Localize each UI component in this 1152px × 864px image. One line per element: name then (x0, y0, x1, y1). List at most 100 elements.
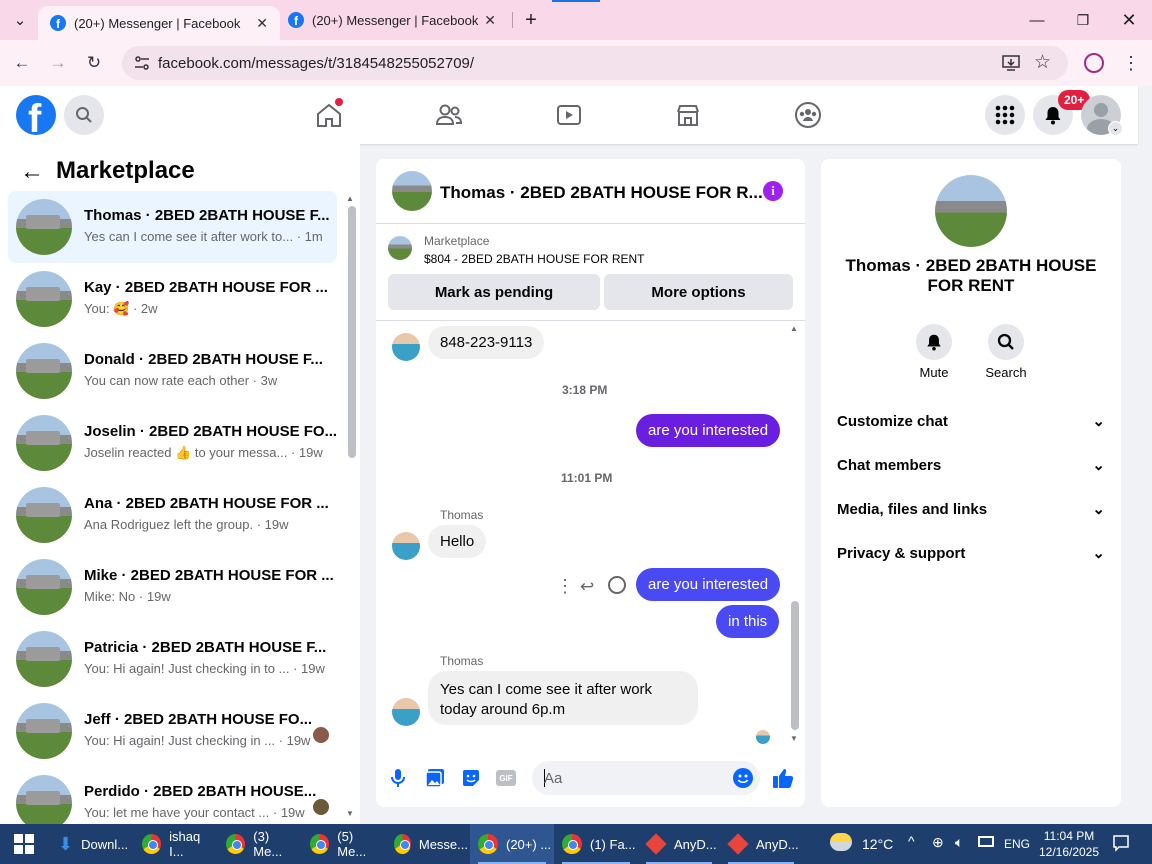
volume-icon[interactable]: 🔈︎ (955, 834, 963, 851)
tab-messenger-1[interactable]: f (20+) Messenger | Facebook ✕ (38, 6, 280, 40)
install-app-icon[interactable] (1002, 54, 1020, 72)
tray-chevron-up-icon[interactable]: ^ (908, 833, 915, 849)
search-label[interactable]: Search (976, 365, 1036, 380)
weather-icon[interactable] (830, 833, 852, 851)
weather-temp[interactable]: 12°C (862, 836, 893, 852)
watch-video-icon[interactable] (549, 97, 589, 133)
restore-icon[interactable]: ❐ (1060, 0, 1106, 40)
message-input[interactable]: Aa (532, 761, 760, 795)
taskbar-item-chrome[interactable]: (1) Fa... (554, 824, 638, 864)
conversation-item[interactable]: Ana · 2BED 2BATH HOUSE FOR ... Ana Rodri… (8, 479, 337, 551)
taskbar-clock[interactable]: 11:04 PM 12/16/2025 (1036, 828, 1102, 860)
taskbar-item-anydesk[interactable]: AnyD... (638, 824, 720, 864)
customize-chat-section[interactable]: Customize chat ⌄ (837, 403, 1105, 439)
tab-search-chevron-icon[interactable]: ⌄ (2, 0, 38, 40)
listing-title[interactable]: $804 - 2BED 2BATH HOUSE FOR RENT (424, 252, 645, 266)
chevron-down-icon: ⌄ (1092, 501, 1105, 518)
conversation-item[interactable]: Joselin · 2BED 2BATH HOUSE FO... Joselin… (8, 407, 337, 479)
react-smiley-icon[interactable] (608, 576, 626, 594)
facebook-logo-icon[interactable]: f (16, 95, 56, 135)
emoji-icon[interactable] (733, 768, 753, 788)
reply-icon[interactable]: ↩ (580, 577, 594, 597)
taskbar-item-chrome-active[interactable]: (20+) ... (470, 824, 554, 864)
taskbar-item-chrome[interactable]: (5) Me... (302, 824, 384, 864)
conversation-preview: Joselin reacted 👍 to your messa... · 19w (84, 445, 323, 460)
mute-bell-icon[interactable] (916, 324, 952, 360)
scroll-up-arrow-icon[interactable]: ▲ (346, 194, 354, 203)
mute-label[interactable]: Mute (904, 365, 964, 380)
taskbar-item-chrome[interactable]: (3) Me... (218, 824, 300, 864)
message-bubble-incoming[interactable]: 848-223-9113 (428, 326, 545, 359)
conversation-item[interactable]: Donald · 2BED 2BATH HOUSE F... You can n… (8, 335, 337, 407)
message-bubble-incoming[interactable]: Hello (428, 525, 487, 558)
window-close-icon[interactable]: ✕ (1106, 0, 1152, 40)
conversation-item[interactable]: Perdido · 2BED 2BATH HOUSE... You: let m… (8, 767, 337, 824)
reload-icon[interactable]: ↻ (79, 48, 109, 78)
scroll-down-arrow-icon[interactable]: ▼ (346, 809, 354, 818)
language-indicator[interactable]: ENG (1004, 837, 1030, 851)
conversation-name: Perdido · 2BED 2BATH HOUSE... (84, 783, 317, 800)
conversation-item[interactable]: Kay · 2BED 2BATH HOUSE FOR ... You: 🥰 · … (8, 263, 337, 335)
taskbar-item-downloads[interactable]: ⬇ Downl... (50, 824, 132, 864)
mark-as-pending-button[interactable]: Mark as pending (388, 274, 600, 310)
tray-app-icon[interactable]: ⊕ (932, 834, 944, 851)
message-bubble-outgoing[interactable]: are you interested (636, 568, 781, 601)
section-label: Privacy & support (837, 544, 966, 562)
new-tab-plus-icon[interactable]: + (508, 0, 554, 40)
conversation-item[interactable]: Thomas · 2BED 2BATH HOUSE F... Yes can I… (8, 191, 337, 263)
message-bubble-incoming[interactable]: Yes can I come see it after work today a… (428, 671, 698, 725)
back-arrow-icon[interactable]: ← (7, 48, 37, 78)
conversation-list-scrollbar[interactable] (348, 206, 356, 458)
bookmark-star-icon[interactable]: ☆ (1034, 51, 1051, 74)
media-files-links-section[interactable]: Media, files and links ⌄ (837, 491, 1105, 527)
tab-indicator (552, 0, 600, 2)
tab-close-icon[interactable]: ✕ (484, 12, 496, 29)
home-icon[interactable] (309, 97, 349, 133)
address-bar[interactable]: facebook.com/messages/t/3184548255052709… (122, 46, 1068, 80)
scroll-up-arrow-icon[interactable]: ▲ (790, 324, 798, 333)
chat-title[interactable]: Thomas · 2BED 2BATH HOUSE FOR R... (440, 183, 763, 203)
chrome-icon (478, 834, 498, 854)
scroll-down-arrow-icon[interactable]: ▼ (790, 734, 798, 743)
forward-arrow-icon[interactable]: → (43, 48, 73, 78)
microphone-icon[interactable] (389, 768, 407, 788)
message-bubble-outgoing[interactable]: in this (716, 605, 780, 638)
back-arrow-icon[interactable]: ← (20, 158, 44, 186)
privacy-support-section[interactable]: Privacy & support ⌄ (837, 535, 1105, 571)
chat-avatar[interactable] (392, 171, 432, 211)
gif-icon[interactable]: GIF (496, 770, 516, 786)
info-icon[interactable]: i (763, 181, 783, 201)
more-options-button[interactable]: More options (604, 274, 793, 310)
site-settings-icon[interactable] (134, 55, 150, 71)
profile-avatar[interactable] (935, 175, 1007, 247)
browser-menu-icon[interactable]: ⋮ (1116, 48, 1146, 78)
network-icon[interactable] (978, 836, 994, 847)
groups-icon[interactable] (788, 97, 828, 133)
profile-icon[interactable] (1084, 53, 1104, 73)
photo-gallery-icon[interactable] (425, 768, 445, 788)
tab-close-icon[interactable]: ✕ (256, 15, 268, 32)
message-bubble-outgoing[interactable]: are you interested (636, 414, 781, 447)
search-in-chat-icon[interactable] (988, 324, 1024, 360)
sender-avatar (392, 698, 420, 726)
sticker-icon[interactable] (461, 768, 481, 788)
chat-members-section[interactable]: Chat members ⌄ (837, 447, 1105, 483)
taskbar-item-chrome[interactable]: Messe... (386, 824, 468, 864)
thumbs-up-icon[interactable] (772, 767, 794, 789)
conversation-item[interactable]: Patricia · 2BED 2BATH HOUSE F... You: Hi… (8, 623, 337, 695)
friends-icon[interactable] (429, 97, 469, 133)
account-chevron-down-icon[interactable]: ⌄ (1108, 121, 1123, 136)
marketplace-store-icon[interactable] (668, 97, 708, 133)
tab-messenger-2[interactable]: f (20+) Messenger | Facebook ✕ (276, 0, 518, 40)
windows-start-icon[interactable] (14, 834, 34, 854)
messages-scrollbar[interactable] (791, 601, 799, 730)
menu-grid-icon[interactable] (985, 95, 1025, 135)
notification-center-icon[interactable] (1112, 834, 1130, 852)
message-more-icon[interactable]: ⋮ (556, 576, 574, 597)
conversation-item[interactable]: Mike · 2BED 2BATH HOUSE FOR ... Mike: No… (8, 551, 337, 623)
taskbar-item-anydesk[interactable]: AnyD... (720, 824, 802, 864)
taskbar-item-chrome[interactable]: ishaq I... (134, 824, 216, 864)
minimize-icon[interactable]: — (1014, 0, 1060, 40)
conversation-item[interactable]: Jeff · 2BED 2BATH HOUSE FO... You: Hi ag… (8, 695, 337, 767)
search-icon[interactable] (64, 95, 104, 135)
